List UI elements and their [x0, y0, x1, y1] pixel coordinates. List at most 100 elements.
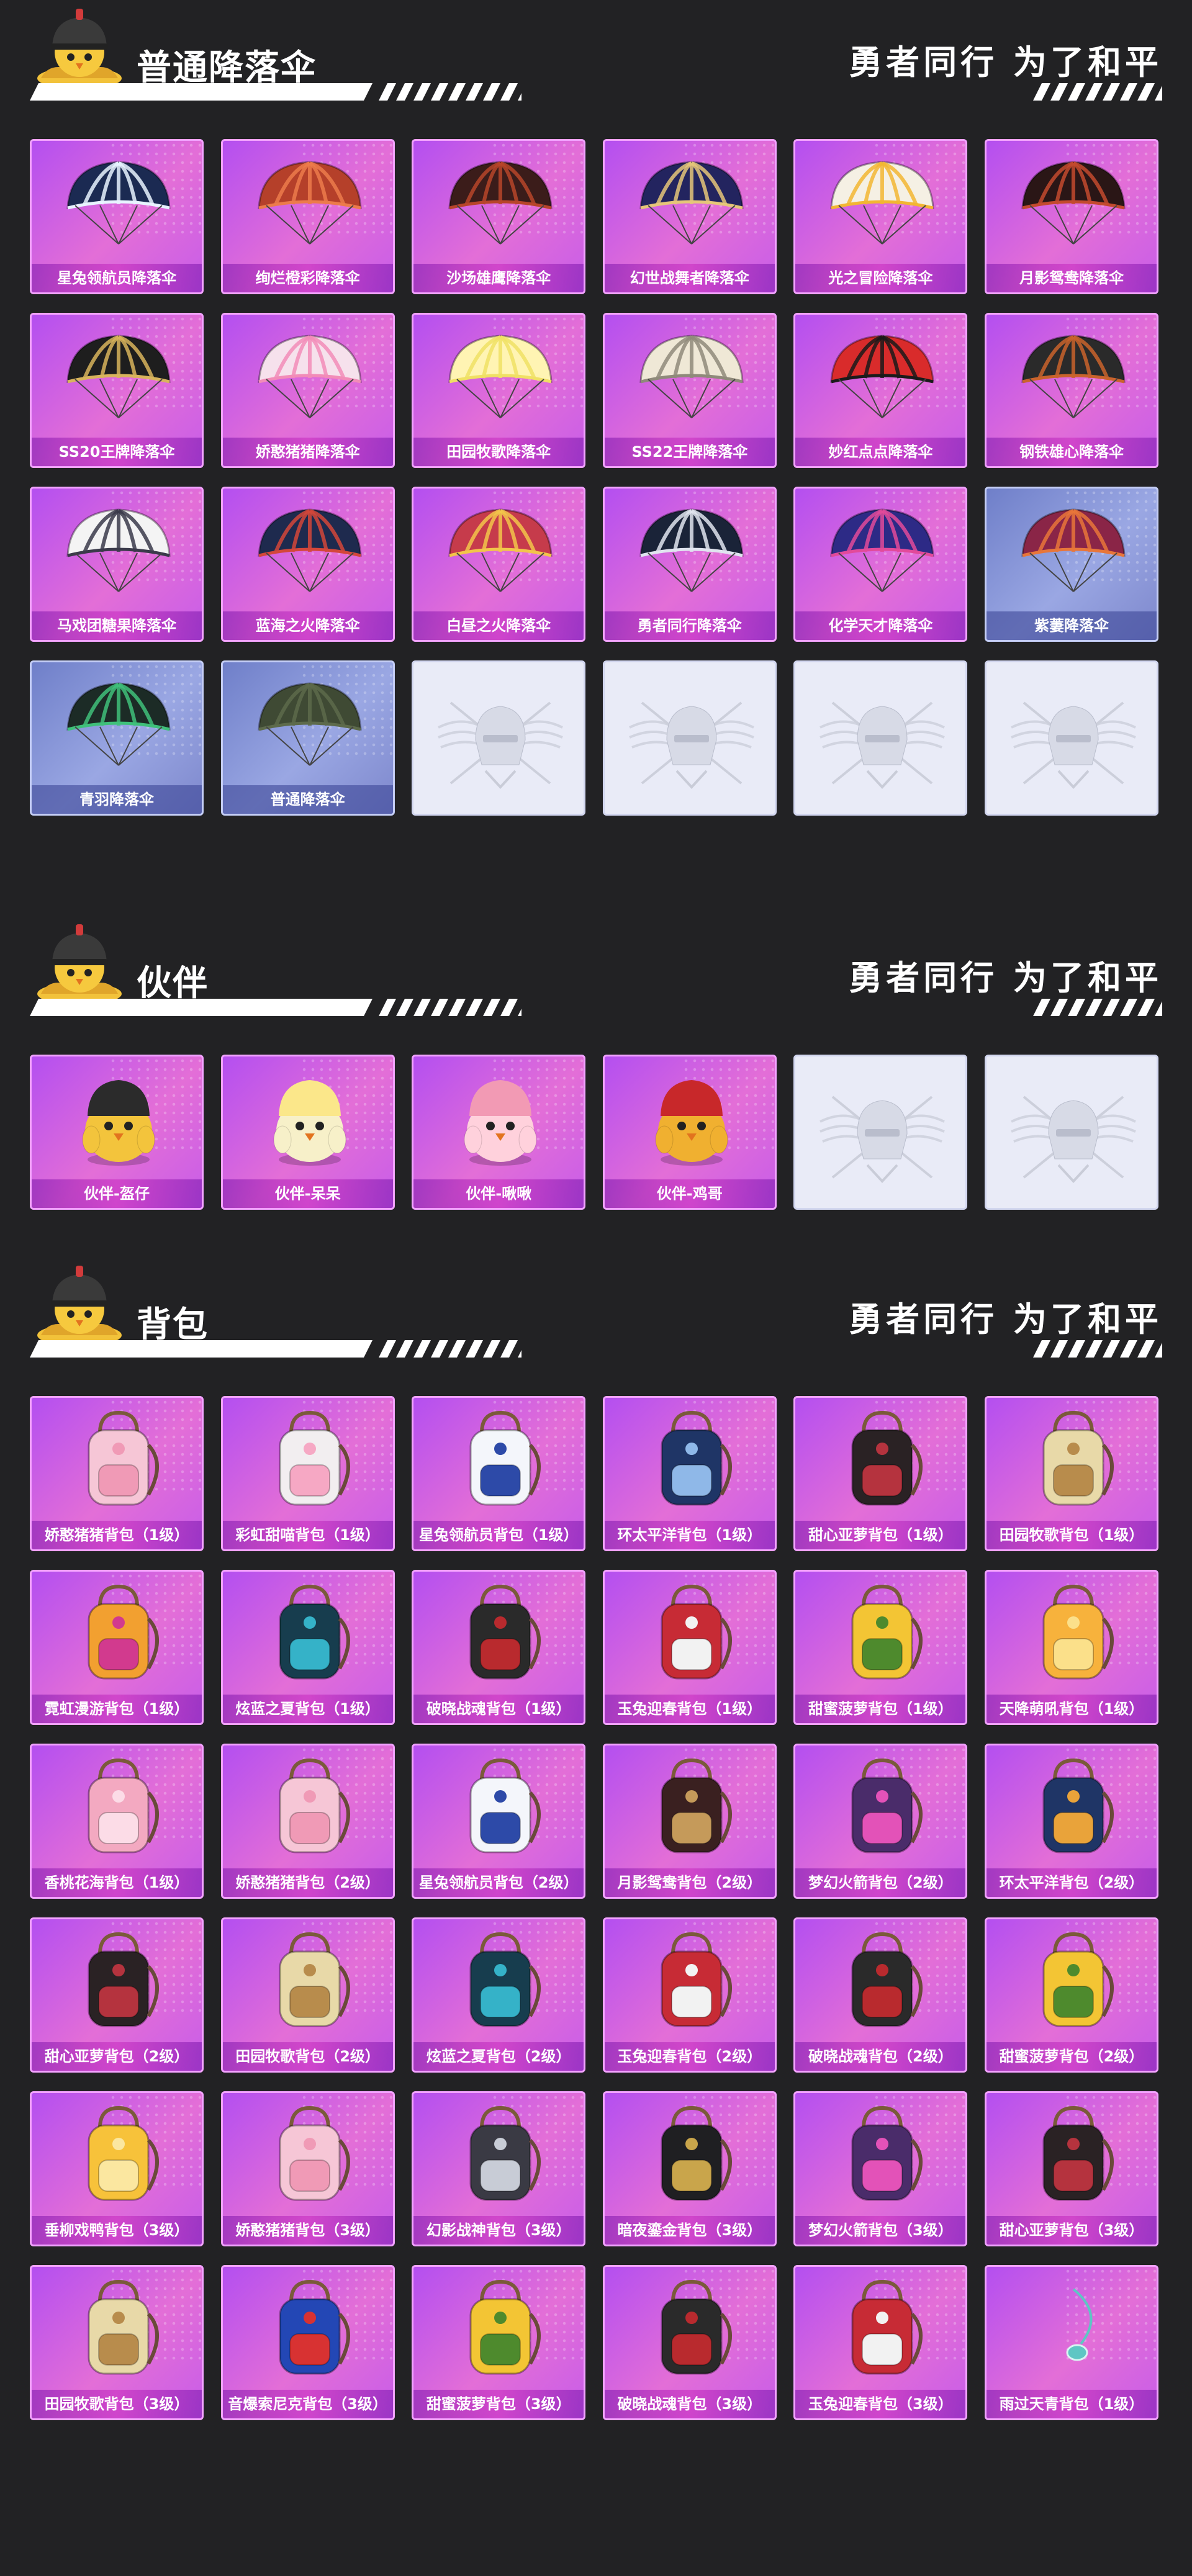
empty-item-card — [793, 1055, 968, 1210]
item-name: 破晓战魂背包（1级） — [413, 1695, 584, 1723]
item-name: 伙伴-盔仔 — [32, 1179, 202, 1208]
item-card[interactable]: 玉兔迎春背包（1级） — [602, 1570, 777, 1725]
item-card[interactable]: 月影鸳鸯降落伞 — [984, 139, 1158, 294]
empty-item-card — [984, 1055, 1158, 1210]
item-card[interactable]: 田园牧歌背包（2级） — [220, 1917, 395, 2073]
empty-item-card — [984, 660, 1158, 816]
item-name: 破晓战魂背包（3级） — [604, 2390, 775, 2418]
item-card[interactable]: 幻影战神背包（3级） — [412, 2091, 586, 2246]
item-card[interactable]: 妙红点点降落伞 — [793, 313, 968, 468]
item-card[interactable]: 霓虹漫游背包（1级） — [30, 1570, 204, 1725]
item-card[interactable]: 伙伴-啾啾 — [412, 1055, 586, 1210]
item-card[interactable]: 甜心亚萝背包（1级） — [793, 1396, 968, 1551]
item-name: 霓虹漫游背包（1级） — [32, 1695, 202, 1723]
item-card[interactable]: 伙伴-盔仔 — [30, 1055, 204, 1210]
item-card[interactable]: 光之冒险降落伞 — [793, 139, 968, 294]
item-name: 妙红点点降落伞 — [795, 438, 966, 466]
title-stripe-bar — [30, 1340, 535, 1358]
item-card[interactable]: 音爆索尼克背包（3级） — [220, 2265, 395, 2420]
item-name: 星兔领航员背包（1级） — [413, 1521, 584, 1549]
item-name: 娇憨猪猪背包（2级） — [222, 1868, 393, 1897]
item-name: 暗夜鎏金背包（3级） — [604, 2216, 775, 2245]
item-card[interactable]: 伙伴-鸡哥 — [602, 1055, 777, 1210]
item-card[interactable]: 破晓战魂背包（3级） — [602, 2265, 777, 2420]
item-card[interactable]: SS20王牌降落伞 — [30, 313, 204, 468]
item-card[interactable]: 星兔领航员背包（2级） — [412, 1744, 586, 1899]
item-name: 星兔领航员背包（2级） — [413, 1868, 584, 1897]
item-card[interactable]: 甜蜜菠萝背包（3级） — [412, 2265, 586, 2420]
item-card[interactable]: 梦幻火箭背包（2级） — [793, 1744, 968, 1899]
item-card[interactable]: SS22王牌降落伞 — [602, 313, 777, 468]
item-name: 梦幻火箭背包（3级） — [795, 2216, 966, 2245]
item-card[interactable]: 钢铁雄心降落伞 — [984, 313, 1158, 468]
item-name: 音爆索尼克背包（3级） — [222, 2390, 393, 2418]
item-card[interactable]: 甜心亚萝背包（2级） — [30, 1917, 204, 2073]
title-stripe-bar — [30, 999, 535, 1016]
item-name: 玉兔迎春背包（3级） — [795, 2390, 966, 2418]
item-card[interactable]: 娇憨猪猪背包（3级） — [220, 2091, 395, 2246]
item-card[interactable]: 环太平洋背包（2级） — [984, 1744, 1158, 1899]
item-card[interactable]: 破晓战魂背包（1级） — [412, 1570, 586, 1725]
item-card[interactable]: 紫萋降落伞 — [984, 487, 1158, 642]
item-card[interactable]: 破晓战魂背包（2级） — [793, 1917, 968, 2073]
item-card[interactable]: 幻世战舞者降落伞 — [602, 139, 777, 294]
item-card[interactable]: 青羽降落伞 — [30, 660, 204, 816]
item-card[interactable]: 田园牧歌降落伞 — [412, 313, 586, 468]
section-title: 伙伴 — [137, 963, 209, 1004]
item-card[interactable]: 天降萌吼背包（1级） — [984, 1570, 1158, 1725]
item-name: 娇憨猪猪背包（1级） — [32, 1521, 202, 1549]
item-card[interactable]: 绚烂橙彩降落伞 — [220, 139, 395, 294]
item-card[interactable]: 蓝海之火降落伞 — [220, 487, 395, 642]
item-card[interactable]: 玉兔迎春背包（2级） — [602, 1917, 777, 2073]
item-card[interactable]: 梦幻火箭背包（3级） — [793, 2091, 968, 2246]
item-card[interactable]: 普通降落伞 — [220, 660, 395, 816]
item-card[interactable]: 马戏团糖果降落伞 — [30, 487, 204, 642]
item-card[interactable]: 暗夜鎏金背包（3级） — [602, 2091, 777, 2246]
item-name: 彩虹甜喵背包（1级） — [222, 1521, 393, 1549]
slogan-stripe-bar — [1027, 999, 1172, 1016]
item-card[interactable]: 星兔领航员背包（1级） — [412, 1396, 586, 1551]
empty-item-card — [793, 660, 968, 816]
item-card[interactable]: 甜蜜菠萝背包（1级） — [793, 1570, 968, 1725]
item-card[interactable]: 伙伴-呆呆 — [220, 1055, 395, 1210]
empty-item-card — [602, 660, 777, 816]
item-card[interactable]: 甜蜜菠萝背包（2级） — [984, 1917, 1158, 2073]
item-card[interactable]: 白昼之火降落伞 — [412, 487, 586, 642]
item-card[interactable]: 沙场雄鹰降落伞 — [412, 139, 586, 294]
item-name: 光之冒险降落伞 — [795, 264, 966, 292]
item-card[interactable]: 香桃花海背包（1级） — [30, 1744, 204, 1899]
item-name: 普通降落伞 — [222, 785, 393, 814]
item-card[interactable]: 雨过天青背包（1级） — [984, 2265, 1158, 2420]
item-name: 钢铁雄心降落伞 — [986, 438, 1157, 466]
item-card[interactable]: 炫蓝之夏背包（2级） — [412, 1917, 586, 2073]
item-name: 甜心亚萝背包（2级） — [32, 2042, 202, 2071]
item-card[interactable]: 星兔领航员降落伞 — [30, 139, 204, 294]
section-slogan: 勇者同行 为了和平 — [849, 958, 1162, 998]
item-card[interactable]: 垂柳戏鸭背包（3级） — [30, 2091, 204, 2246]
item-card[interactable]: 田园牧歌背包（3级） — [30, 2265, 204, 2420]
item-card[interactable]: 甜心亚萝背包（3级） — [984, 2091, 1158, 2246]
slogan-stripe-bar — [1027, 83, 1172, 101]
item-name: 破晓战魂背包（2级） — [795, 2042, 966, 2071]
item-name: 伙伴-啾啾 — [413, 1179, 584, 1208]
item-name: 田园牧歌背包（2级） — [222, 2042, 393, 2071]
item-card[interactable]: 田园牧歌背包（1级） — [984, 1396, 1158, 1551]
item-card[interactable]: 娇憨猪猪降落伞 — [220, 313, 395, 468]
item-card[interactable]: 勇者同行降落伞 — [602, 487, 777, 642]
item-name: 马戏团糖果降落伞 — [32, 611, 202, 640]
item-name: SS22王牌降落伞 — [604, 438, 775, 466]
slogan-stripe-bar — [1027, 1340, 1172, 1358]
item-name: 天降萌吼背包（1级） — [986, 1695, 1157, 1723]
item-card[interactable]: 娇憨猪猪背包（1级） — [30, 1396, 204, 1551]
section-slogan: 勇者同行 为了和平 — [849, 43, 1162, 82]
item-card[interactable]: 彩虹甜喵背包（1级） — [220, 1396, 395, 1551]
item-card[interactable]: 炫蓝之夏背包（1级） — [220, 1570, 395, 1725]
item-name: 伙伴-鸡哥 — [604, 1179, 775, 1208]
item-card[interactable]: 化学天才降落伞 — [793, 487, 968, 642]
item-card[interactable]: 娇憨猪猪背包（2级） — [220, 1744, 395, 1899]
item-name: 炫蓝之夏背包（1级） — [222, 1695, 393, 1723]
item-card[interactable]: 月影鸳鸯背包（2级） — [602, 1744, 777, 1899]
item-card[interactable]: 玉兔迎春背包（3级） — [793, 2265, 968, 2420]
item-card[interactable]: 环太平洋背包（1级） — [602, 1396, 777, 1551]
item-name: 伙伴-呆呆 — [222, 1179, 393, 1208]
